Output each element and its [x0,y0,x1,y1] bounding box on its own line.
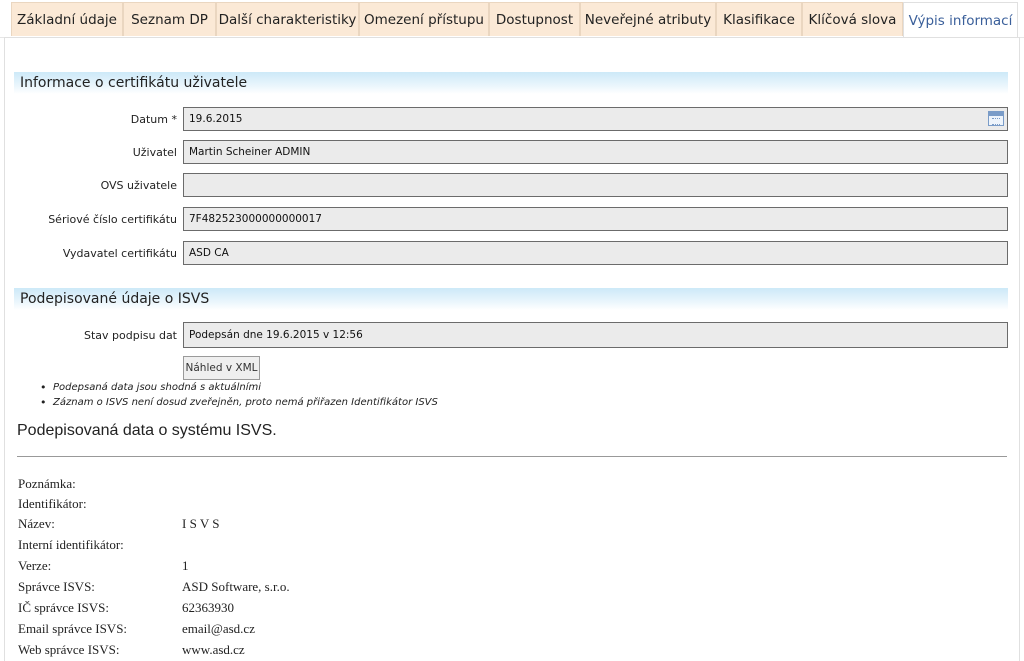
data-row-label: Email správce ISVS: [18,621,128,636]
date-field[interactable]: 19.6.2015 [183,107,1008,131]
data-row-value: 62363930 [182,600,234,615]
user-field[interactable]: Martin Scheiner ADMIN [183,140,1008,164]
issuer-field[interactable]: ASD CA [183,241,1008,265]
tab-dalsi-charakteristiky[interactable]: Další charakteristiky [216,2,359,36]
tab-omezeni-pristupu[interactable]: Omezení přístupu [359,2,489,36]
data-row-value: www.asd.cz [182,642,245,657]
data-row-label: Interní identifikátor: [18,537,124,552]
tab-zakladni-udaje[interactable]: Základní údaje [11,2,123,36]
sign-status-label: Stav podpisu dat [83,329,177,342]
xml-preview-button[interactable]: Náhled v XML [183,356,260,380]
tab-dostupnost[interactable]: Dostupnost [489,2,580,36]
user-label: Uživatel [132,146,177,159]
data-row-label: Správce ISVS: [18,579,95,594]
data-row-label: Verze: [18,558,52,573]
data-row-value: 1 [182,558,189,573]
ovs-field[interactable] [183,173,1008,197]
data-row-value: ASD Software, s.r.o. [182,579,290,594]
date-label: Datum * [130,113,177,126]
data-row-value: email@asd.cz [182,621,255,636]
divider [17,456,1007,457]
data-row-label: Identifikátor: [18,496,87,511]
signed-data-heading: Podepisovaná data o systému ISVS. [17,422,277,439]
calendar-icon[interactable] [988,111,1004,126]
serial-label: Sériové číslo certifikátu [48,213,177,226]
data-row-label: Poznámka: [18,476,76,491]
tab-bar: Základní údaje Seznam DP Další charakter… [0,0,1024,38]
tab-neverejne-atributy[interactable]: Neveřejné atributy [580,2,716,36]
note-item: Podepsaná data jsou shodná s aktuálními [38,380,438,395]
issuer-label: Vydavatel certifikátu [62,247,177,260]
notes-list: Podepsaná data jsou shodná s aktuálními … [38,380,438,410]
tab-seznam-dp[interactable]: Seznam DP [123,2,216,36]
tab-vypis-informaci[interactable]: Výpis informací [903,2,1018,38]
note-item: Záznam o ISVS není dosud zveřejněn, prot… [38,395,438,410]
tab-klasifikace[interactable]: Klasifikace [716,2,802,36]
sign-status-field[interactable]: Podepsán dne 19.6.2015 v 12:56 [183,322,1008,348]
tab-klicova-slova[interactable]: Klíčová slova [802,2,903,36]
section-header-certificate: Informace o certifikátu uživatele [14,72,1008,94]
serial-field[interactable]: 7F482523000000000017 [183,207,1008,231]
ovs-label: OVS uživatele [100,179,177,192]
data-row-value: I S V S [182,516,220,531]
date-value: 19.6.2015 [189,113,243,125]
data-row-label: Název: [18,516,55,531]
data-row-label: IČ správce ISVS: [18,600,109,615]
data-row-label: Web správce ISVS: [18,642,120,657]
section-header-signed: Podepisované údaje o ISVS [14,288,1008,310]
